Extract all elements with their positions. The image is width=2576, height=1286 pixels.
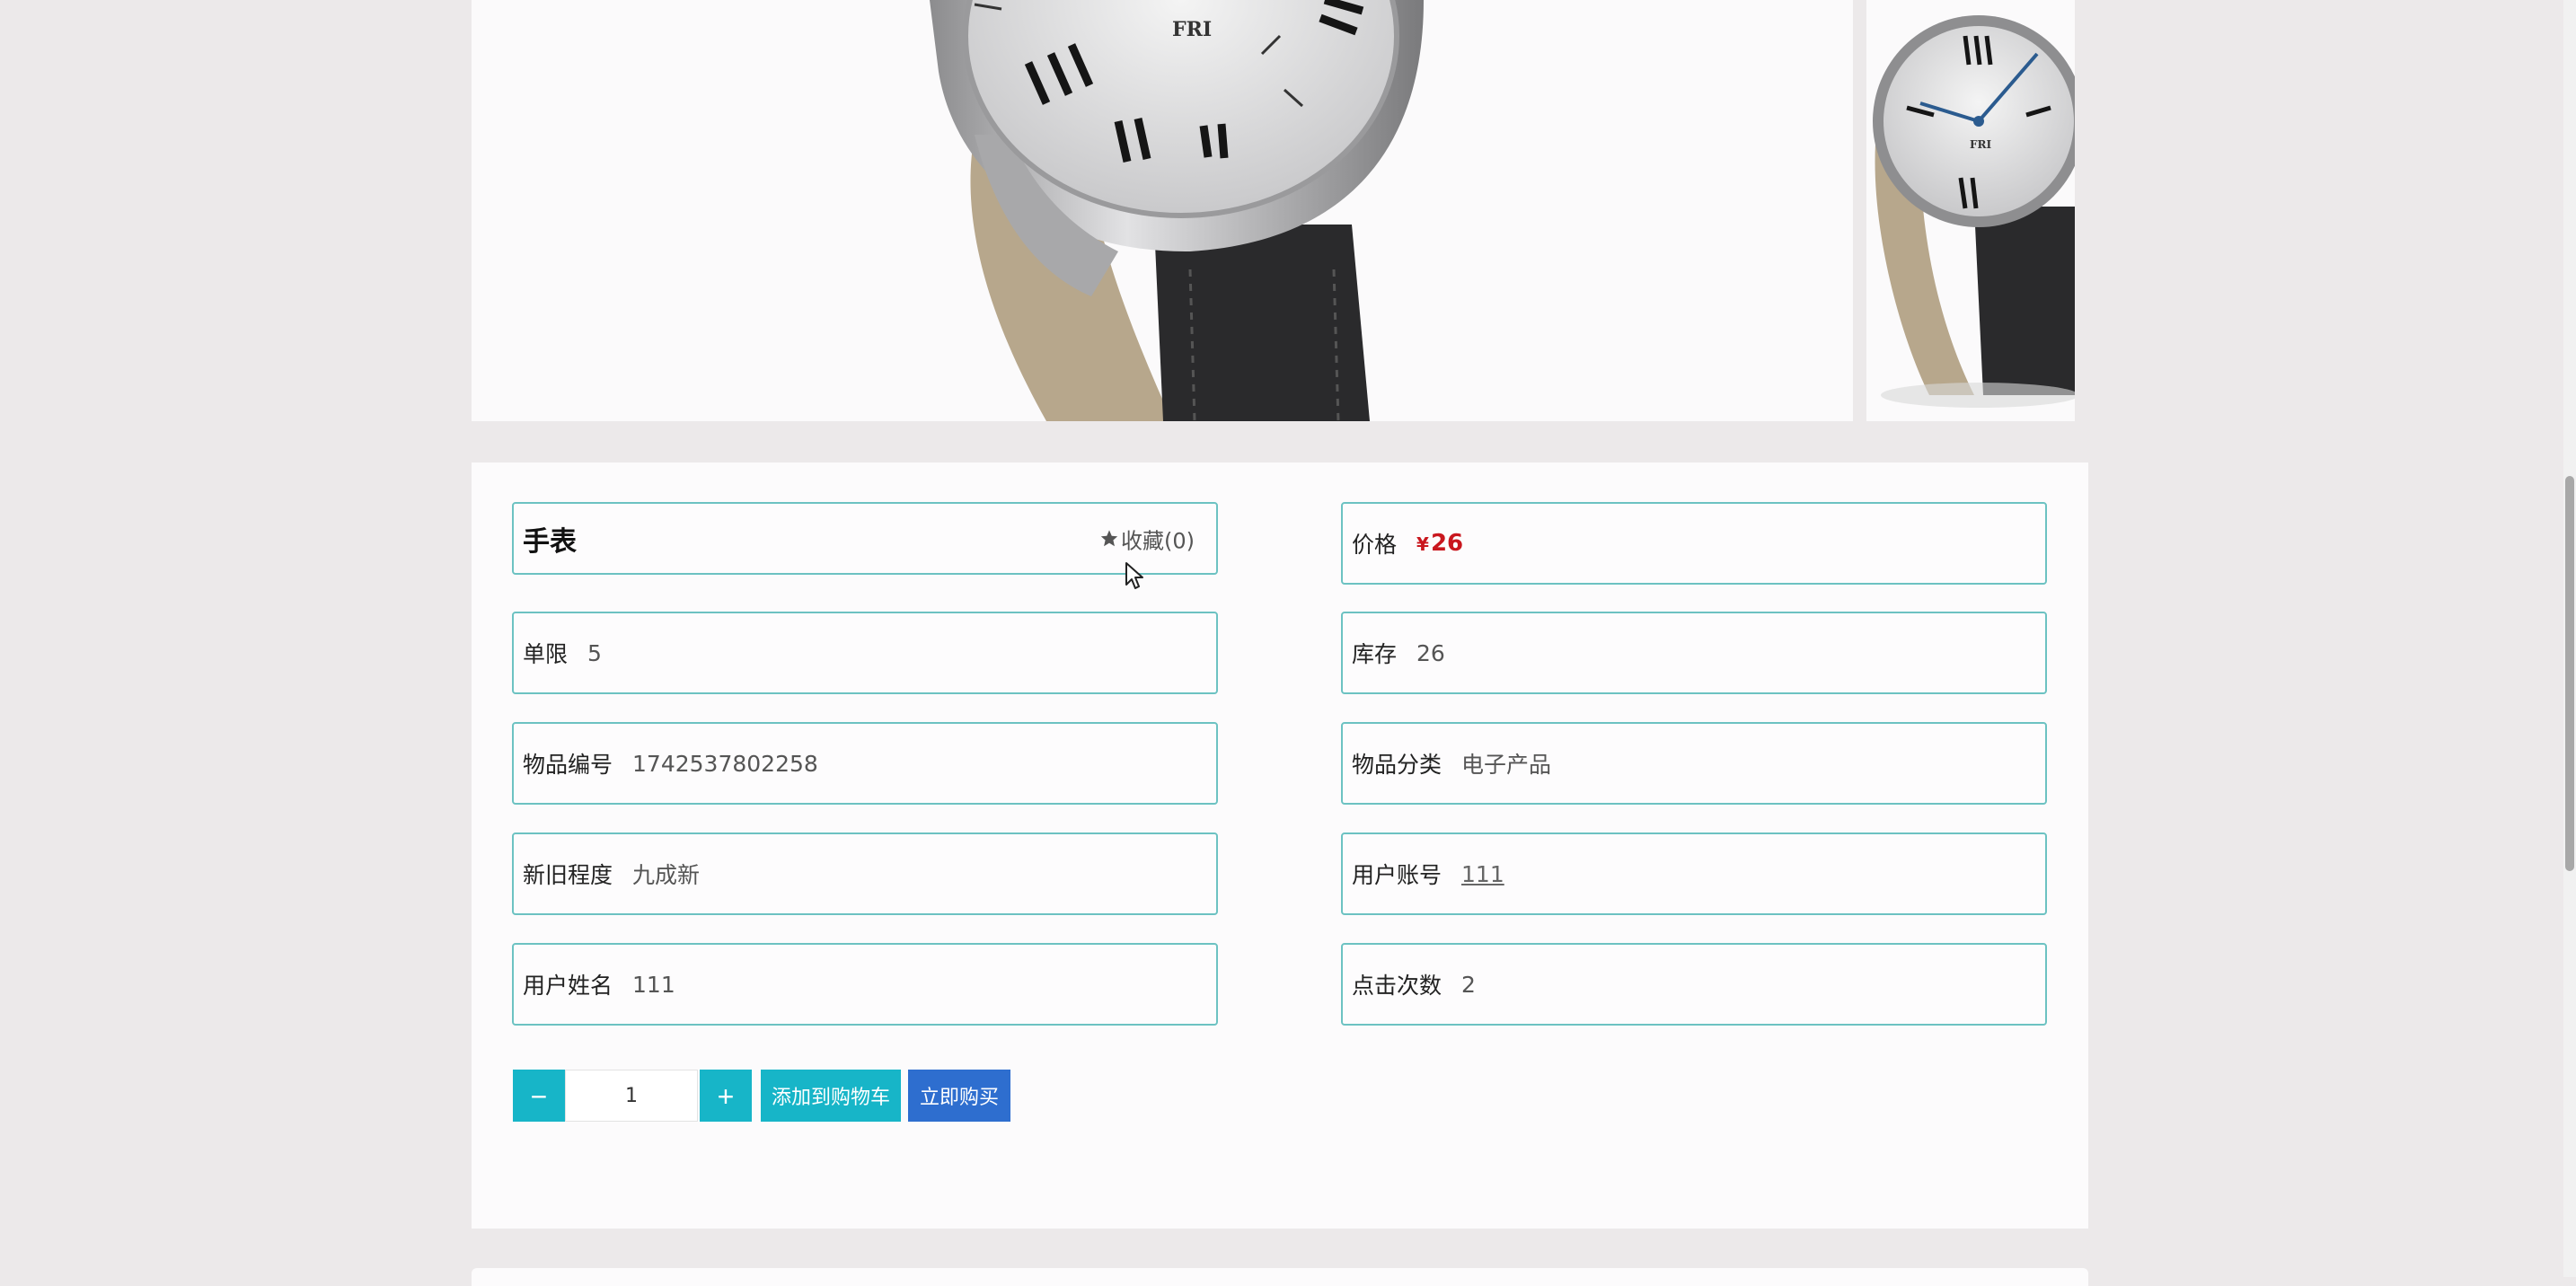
condition-box: 新旧程度 九成新 [512, 832, 1218, 915]
price-box: 价格 ¥26 [1341, 502, 2047, 585]
field-label: 单限 [523, 641, 569, 667]
field-label: 新旧程度 [523, 862, 613, 888]
field-value: 5 [587, 639, 602, 666]
category-box: 物品分类 电子产品 [1341, 722, 2047, 805]
field-label: 点击次数 [1352, 973, 1442, 999]
scrollbar-thumb[interactable] [2565, 476, 2574, 871]
field-value: 111 [632, 971, 675, 998]
page-scrollbar[interactable] [2563, 0, 2576, 1277]
svg-text:FRI: FRI [1172, 18, 1212, 41]
limit-per-order-box: 单限 5 [512, 612, 1218, 694]
increase-quantity-button[interactable]: + [700, 1070, 752, 1122]
price-label: 价格 [1352, 532, 1398, 558]
watch-main-illustration: FRI [930, 0, 1424, 421]
field-value: 2 [1461, 971, 1476, 998]
field-label: 库存 [1352, 641, 1398, 667]
field-label: 物品分类 [1352, 752, 1442, 778]
click-count-box: 点击次数 2 [1341, 943, 2047, 1026]
field-value: 电子产品 [1461, 752, 1552, 778]
user-account-box: 用户账号 111 [1341, 832, 2047, 915]
field-value: 九成新 [632, 862, 701, 888]
field-label: 用户姓名 [523, 973, 613, 999]
user-account-link[interactable]: 111 [1461, 861, 1504, 887]
watch-thumbnail-illustration: FRI [1873, 15, 2075, 408]
next-section-panel [472, 1268, 2088, 1286]
field-value: 26 [1416, 639, 1445, 666]
buy-now-button[interactable]: 立即购买 [908, 1070, 1010, 1122]
mouse-pointer-icon [1125, 561, 1144, 594]
product-title-box: 手表 收藏(0) [512, 502, 1218, 575]
field-label: 物品编号 [523, 752, 613, 778]
quantity-input[interactable] [565, 1070, 698, 1122]
product-main-image[interactable]: FRI [472, 0, 1853, 421]
field-value: 1742537802258 [632, 750, 818, 777]
price-value: ¥26 [1416, 530, 1464, 557]
svg-text:FRI: FRI [1970, 138, 1991, 151]
field-label: 用户账号 [1352, 862, 1442, 888]
add-to-cart-button[interactable]: 添加到购物车 [761, 1070, 901, 1122]
user-name-box: 用户姓名 111 [512, 943, 1218, 1026]
item-number-box: 物品编号 1742537802258 [512, 722, 1218, 805]
decrease-quantity-button[interactable]: − [513, 1070, 565, 1122]
product-title: 手表 [523, 525, 577, 558]
favorite-button[interactable]: 收藏(0) [1099, 523, 1195, 554]
star-icon [1099, 529, 1119, 549]
favorite-label: 收藏(0) [1121, 528, 1195, 553]
stock-box: 库存 26 [1341, 612, 2047, 694]
product-thumbnail-image[interactable]: FRI [1866, 0, 2075, 421]
